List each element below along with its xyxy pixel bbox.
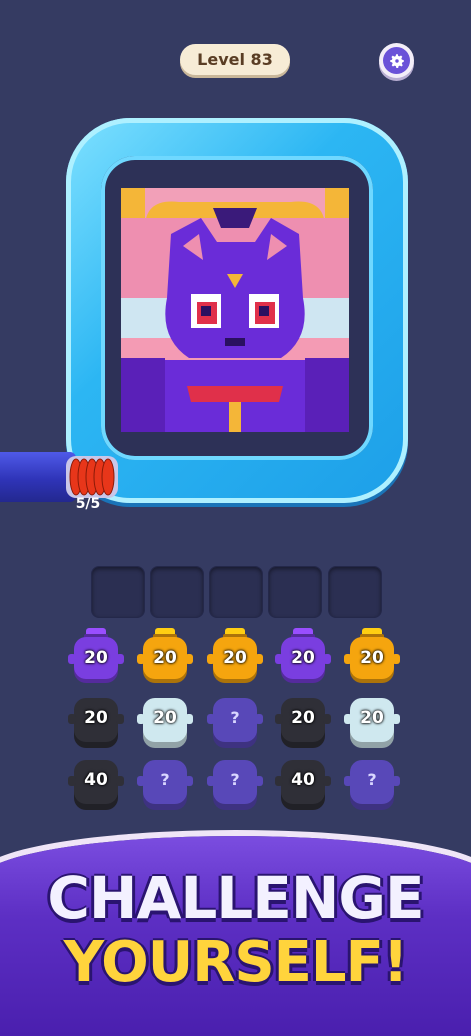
- pixel-art-image: [121, 188, 349, 432]
- gear-icon: [383, 47, 410, 74]
- jar[interactable]: 20: [205, 624, 265, 690]
- jar-value: 40: [291, 770, 315, 790]
- jar[interactable]: ?: [205, 752, 265, 818]
- jar-value: 20: [153, 648, 177, 668]
- jar[interactable]: 20: [135, 690, 195, 756]
- coil-counter: 5/5: [75, 496, 101, 512]
- jar-value: 20: [153, 708, 177, 728]
- level-label: Level 83: [197, 50, 273, 69]
- holding-slot-1[interactable]: [91, 566, 145, 618]
- jar[interactable]: 20: [342, 624, 402, 690]
- jar[interactable]: ?: [342, 752, 402, 818]
- jar-value: 20: [360, 708, 384, 728]
- jar-value: 20: [223, 648, 247, 668]
- level-indicator: Level 83: [180, 44, 290, 75]
- jar[interactable]: 20: [273, 624, 333, 690]
- jar[interactable]: 40: [273, 752, 333, 818]
- hidden-value: ?: [230, 770, 240, 789]
- jar[interactable]: ?: [135, 752, 195, 818]
- jar[interactable]: 20: [66, 690, 126, 756]
- feeder-pipe: [0, 452, 76, 502]
- jar[interactable]: 20: [273, 690, 333, 756]
- jar[interactable]: 20: [66, 624, 126, 690]
- holding-slot-5[interactable]: [328, 566, 382, 618]
- jar[interactable]: ?: [205, 690, 265, 756]
- hidden-value: ?: [230, 708, 240, 727]
- jar-value: 20: [84, 708, 108, 728]
- settings-button[interactable]: [379, 43, 414, 78]
- banner-subheadline: YOURSELF!: [63, 930, 409, 995]
- jar-value: 20: [84, 648, 108, 668]
- jar-value: 20: [291, 648, 315, 668]
- holding-slot-4[interactable]: [268, 566, 322, 618]
- jar[interactable]: 20: [342, 690, 402, 756]
- jar-value: 40: [84, 770, 108, 790]
- hidden-value: ?: [367, 770, 377, 789]
- holding-slot-2[interactable]: [150, 566, 204, 618]
- jar-value: 20: [291, 708, 315, 728]
- jar-value: 20: [360, 648, 384, 668]
- holding-slot-3[interactable]: [209, 566, 263, 618]
- jar[interactable]: 20: [135, 624, 195, 690]
- hidden-value: ?: [160, 770, 170, 789]
- banner-headline: CHALLENGE: [47, 864, 424, 932]
- jar[interactable]: 40: [66, 752, 126, 818]
